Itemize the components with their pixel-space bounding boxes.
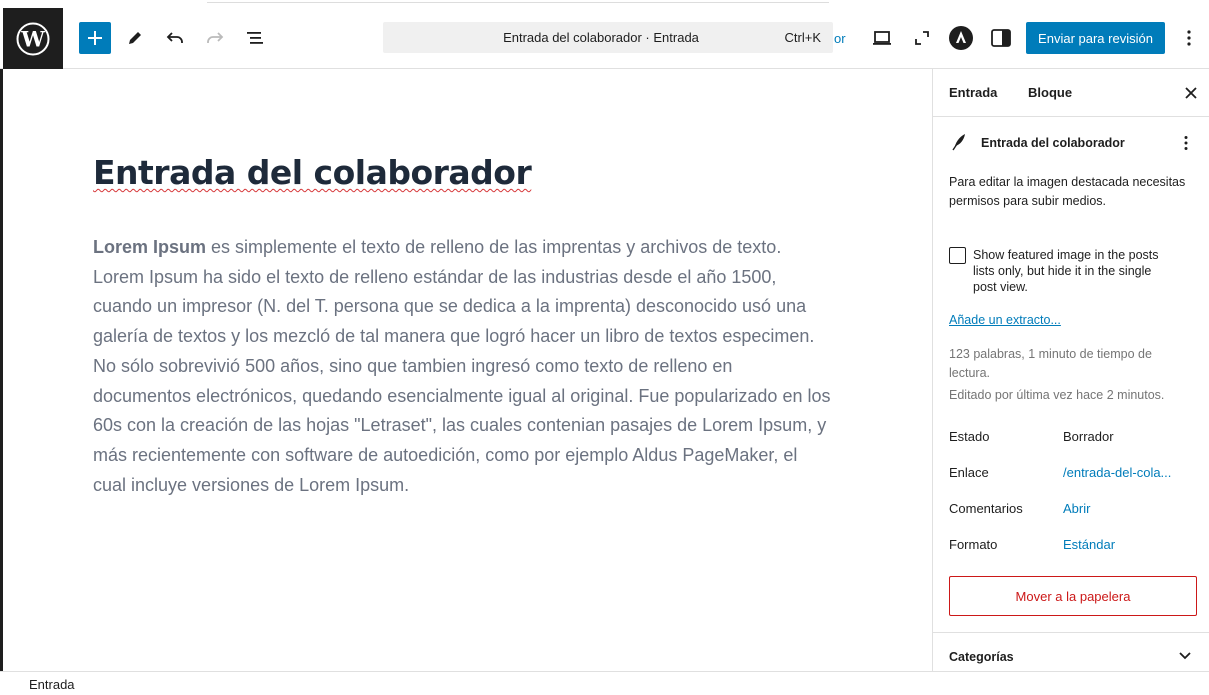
tab-entrada[interactable]: Entrada — [949, 85, 997, 100]
fullscreen-icon — [915, 31, 929, 45]
preview-button[interactable] — [866, 22, 898, 54]
meta-label-comentarios: Comentarios — [949, 501, 1023, 516]
redo-button[interactable] — [199, 22, 231, 54]
featured-image-checkbox[interactable] — [949, 247, 966, 264]
editor-canvas[interactable]: Entrada del colaborador Lorem Ipsum es s… — [3, 69, 932, 671]
featured-image-notice: Para editar la imagen destacada necesita… — [949, 175, 1186, 208]
permalink-link[interactable]: /entrada-del-cola... — [1063, 465, 1171, 480]
post-format-toggle[interactable]: Estándar — [1063, 537, 1115, 552]
breadcrumb-item[interactable]: Entrada — [29, 677, 75, 692]
add-block-button[interactable] — [79, 22, 111, 54]
plus-icon — [88, 31, 102, 45]
document-title: Entrada del colaborador · Entrada — [503, 30, 699, 45]
fullscreen-button[interactable] — [906, 22, 938, 54]
truncated-link[interactable]: or — [834, 31, 846, 46]
chevron-down-icon[interactable] — [1179, 652, 1191, 660]
tab-bloque[interactable]: Bloque — [1028, 85, 1072, 100]
post-actions-icon[interactable] — [1183, 135, 1189, 151]
laptop-icon — [873, 31, 891, 45]
options-menu-button[interactable] — [1173, 22, 1205, 54]
add-excerpt-link[interactable]: Añade un extracto... — [949, 313, 1061, 327]
paragraph-text: es simplemente el texto de relleno de la… — [93, 237, 831, 495]
jetpack-icon — [949, 26, 973, 50]
wordpress-icon: W — [16, 22, 50, 55]
settings-sidebar: Entrada Bloque Entrada del colaborador P… — [932, 69, 1209, 671]
last-edited: Editado por última vez hace 2 minutos. — [949, 388, 1165, 402]
paragraph-bold: Lorem Ipsum — [93, 237, 207, 257]
shortcut-hint: Ctrl+K — [784, 30, 821, 45]
status-value: Borrador — [1063, 429, 1114, 444]
undo-icon — [166, 32, 183, 43]
post-feather-icon — [952, 134, 965, 151]
settings-sidebar-toggle[interactable] — [985, 22, 1017, 54]
meta-label-enlace: Enlace — [949, 465, 989, 480]
post-title-text: Entrada del colaborador — [93, 153, 532, 192]
list-view-icon — [247, 32, 263, 44]
pencil-icon — [129, 32, 141, 44]
svg-text:W: W — [20, 26, 45, 51]
wordpress-logo-button[interactable]: W — [3, 8, 63, 69]
paragraph-block[interactable]: Lorem Ipsum es simplemente el texto de r… — [93, 233, 833, 500]
browser-top-strip — [207, 0, 829, 3]
redo-icon — [207, 32, 224, 43]
close-sidebar-button[interactable] — [1179, 81, 1203, 105]
block-breadcrumb-bar: Entrada — [0, 671, 1209, 695]
categories-panel-title[interactable]: Categorías — [949, 650, 1014, 664]
document-overview-button[interactable] — [239, 22, 271, 54]
close-icon — [1185, 87, 1197, 99]
comments-toggle[interactable]: Abrir — [1063, 501, 1090, 516]
more-vertical-icon — [1187, 30, 1191, 46]
editor-toolbar: W Entrada del colaborador · Entrada Ctrl… — [0, 0, 1209, 69]
submit-for-review-button[interactable]: Enviar para revisión — [1026, 22, 1165, 54]
tools-button[interactable] — [119, 22, 151, 54]
move-to-trash-button[interactable]: Mover a la papelera — [949, 576, 1197, 616]
sidebar-icon — [991, 29, 1011, 47]
featured-image-checkbox-label[interactable]: Show featured image in the posts lists o… — [973, 247, 1163, 295]
meta-label-formato: Formato — [949, 537, 998, 552]
meta-label-estado: Estado — [949, 429, 990, 444]
panel-divider — [933, 632, 1209, 633]
word-count: 123 palabras, 1 minuto de tiempo de lect… — [949, 347, 1152, 380]
post-name: Entrada del colaborador — [981, 136, 1125, 150]
post-title[interactable]: Entrada del colaborador — [93, 153, 532, 192]
undo-button[interactable] — [159, 22, 191, 54]
command-palette-bar[interactable]: Entrada del colaborador · Entrada Ctrl+K — [383, 22, 833, 53]
jetpack-button[interactable] — [945, 22, 977, 54]
sidebar-tabs: Entrada Bloque — [933, 69, 1209, 117]
